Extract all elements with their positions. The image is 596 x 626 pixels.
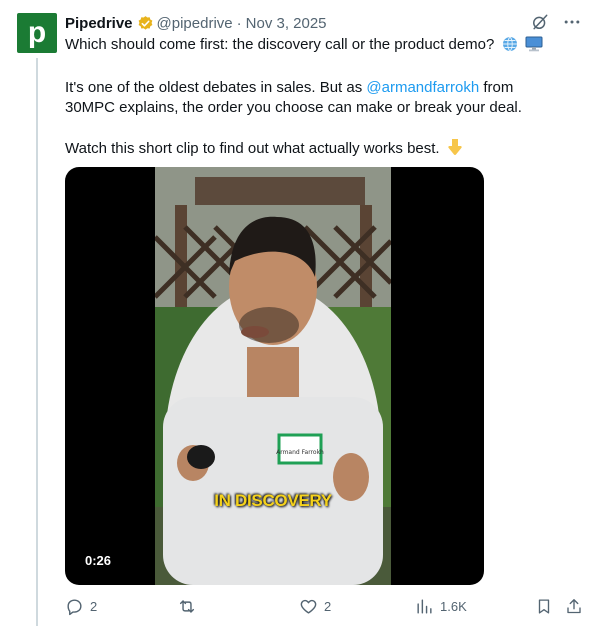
tweet-card: p Pipedrive @pipedrive · Nov 3, 2025 Whi… [0, 0, 596, 626]
separator-dot: · [236, 14, 242, 32]
grok-icon[interactable] [530, 12, 550, 32]
views-button[interactable]: 1.6K [415, 597, 467, 616]
video-caption: IN DISCOVERY [214, 491, 332, 510]
author-handle[interactable]: @pipedrive [157, 15, 233, 32]
thread-line [36, 58, 38, 626]
tweet-text: Which should come first: the discovery c… [65, 35, 565, 162]
globe-emoji-icon [502, 36, 518, 58]
like-count: 2 [324, 599, 332, 614]
share-button[interactable] [565, 597, 583, 616]
bookmark-button[interactable] [535, 597, 553, 616]
pointing-down-emoji-icon [447, 138, 463, 162]
avatar-letter: p [27, 16, 47, 49]
reply-button[interactable]: 2 [65, 597, 97, 616]
video-duration: 0:26 [85, 553, 112, 568]
share-icon [567, 599, 581, 614]
tweet-line-2: It's one of the oldest debates in sales.… [65, 78, 565, 118]
computer-emoji-icon [525, 36, 543, 58]
action-bar: 2 2 1.6K [65, 597, 585, 619]
reply-icon [67, 599, 82, 616]
retweet-icon [179, 600, 195, 613]
video-frame: Armand Farrokh [155, 167, 391, 585]
retweet-button[interactable] [177, 597, 203, 616]
para3-text: Watch this short clip to find out what a… [65, 140, 440, 157]
more-icon[interactable] [562, 12, 582, 32]
verified-badge-icon[interactable] [137, 15, 154, 32]
bookmark-icon [538, 599, 550, 614]
name-tag-text: Armand Farrokh [276, 449, 324, 456]
tweet-line-1: Which should come first: the discovery c… [65, 35, 565, 58]
views-count: 1.6K [440, 599, 467, 614]
para2-before: It's one of the oldest debates in sales.… [65, 79, 367, 96]
like-button[interactable]: 2 [299, 597, 331, 616]
tweet-question: Which should come first: the discovery c… [65, 36, 495, 53]
analytics-icon [417, 599, 432, 614]
tweet-header: Pipedrive @pipedrive · Nov 3, 2025 [65, 13, 327, 33]
reply-count: 2 [90, 599, 98, 614]
tweet-line-3: Watch this short clip to find out what a… [65, 138, 565, 162]
tweet-date[interactable]: Nov 3, 2025 [246, 15, 327, 32]
heart-icon [300, 599, 317, 614]
mention-link[interactable]: @armandfarrokh [366, 79, 479, 96]
video-player[interactable]: Armand Farrokh IN DISCOVERY 0:26 [65, 167, 484, 585]
avatar[interactable]: p [17, 13, 57, 53]
top-actions [530, 12, 582, 32]
author-name[interactable]: Pipedrive [65, 15, 133, 32]
